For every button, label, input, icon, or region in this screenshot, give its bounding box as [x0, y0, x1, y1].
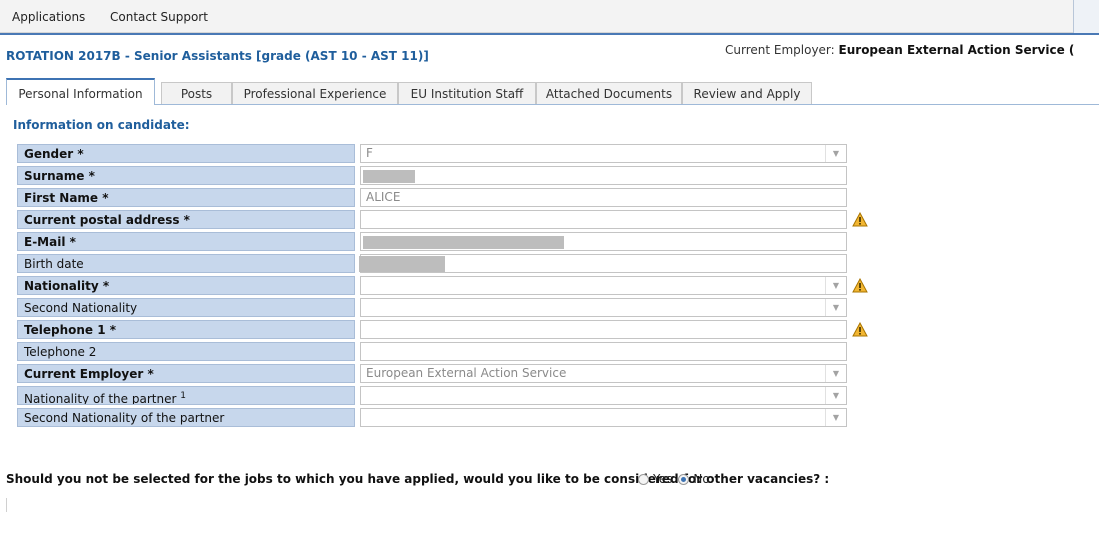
divider: [6, 498, 7, 512]
row-partner-second-nationality: Second Nationality of the partner ▼: [17, 408, 877, 427]
chevron-down-icon: ▼: [825, 387, 846, 404]
surname-label: Surname *: [17, 166, 355, 185]
postal-address-field[interactable]: [360, 210, 847, 229]
current-employer-value: European External Action Service: [366, 366, 567, 380]
campaign-title: ROTATION 2017B - Senior Assistants [grad…: [6, 49, 429, 63]
tab-bar: Personal Information Posts Professional …: [6, 78, 1099, 105]
gender-value: F: [366, 146, 373, 160]
menu-contact-support[interactable]: Contact Support: [110, 10, 208, 24]
redacted-block: [363, 236, 564, 249]
row-surname: Surname *: [17, 166, 877, 185]
redacted-block: [359, 256, 445, 272]
partner-nationality-select[interactable]: ▼: [360, 386, 847, 405]
tab-professional-experience[interactable]: Professional Experience: [232, 82, 398, 104]
second-nationality-select[interactable]: ▼: [360, 298, 847, 317]
tab-review-and-apply[interactable]: Review and Apply: [682, 82, 812, 104]
chevron-down-icon: ▼: [825, 277, 846, 294]
employer-label: Current Employer:: [725, 43, 835, 57]
surname-field[interactable]: [360, 166, 847, 185]
top-menubar: Applications Contact Support: [0, 0, 1099, 33]
tab-attached-documents[interactable]: Attached Documents: [536, 82, 682, 104]
email-field[interactable]: [360, 232, 847, 251]
first-name-field[interactable]: ALICE: [360, 188, 847, 207]
telephone-1-field[interactable]: [360, 320, 847, 339]
current-employer-label: Current Employer *: [17, 364, 355, 383]
warning-icon: [852, 278, 868, 293]
postal-address-label: Current postal address *: [17, 210, 355, 229]
row-partner-nationality: Nationality of the partner 1 ▼: [17, 386, 877, 405]
radio-yes-label: Yes: [653, 472, 673, 486]
chevron-down-icon: ▼: [825, 365, 846, 382]
partner-nationality-label-text: Nationality of the partner: [24, 392, 177, 405]
footnote-marker: 1: [180, 391, 186, 401]
chevron-down-icon: ▼: [825, 409, 846, 426]
radio-no[interactable]: [678, 474, 690, 485]
second-nationality-label: Second Nationality: [17, 298, 355, 317]
telephone-1-label: Telephone 1 *: [17, 320, 355, 339]
menubar-edge: [1073, 0, 1099, 33]
telephone-2-label: Telephone 2: [17, 342, 355, 361]
telephone-2-field[interactable]: [360, 342, 847, 361]
gender-label: Gender *: [17, 144, 355, 163]
radio-yes[interactable]: [638, 474, 649, 485]
section-title: Information on candidate:: [13, 118, 190, 132]
tab-personal-information[interactable]: Personal Information: [6, 78, 155, 105]
warning-icon: [852, 212, 868, 227]
partner-nationality-label: Nationality of the partner 1: [17, 386, 355, 405]
row-telephone-2: Telephone 2: [17, 342, 877, 361]
partner-second-nationality-select[interactable]: ▼: [360, 408, 847, 427]
menu-applications[interactable]: Applications: [12, 10, 85, 24]
radio-no-label: No: [693, 472, 710, 486]
row-first-name: First Name * ALICE: [17, 188, 877, 207]
employer-value: European External Action Service (: [838, 43, 1075, 57]
warning-icon: [852, 322, 868, 337]
row-current-employer: Current Employer * European External Act…: [17, 364, 877, 383]
row-gender: Gender * F ▼: [17, 144, 877, 163]
first-name-value: ALICE: [366, 190, 401, 204]
nationality-select[interactable]: ▼: [360, 276, 847, 295]
gender-select[interactable]: F ▼: [360, 144, 847, 163]
row-nationality: Nationality * ▼: [17, 276, 877, 295]
row-postal-address: Current postal address *: [17, 210, 877, 229]
chevron-down-icon: ▼: [825, 145, 846, 162]
first-name-label: First Name *: [17, 188, 355, 207]
current-employer-info: Current Employer: European External Acti…: [725, 43, 1074, 57]
redacted-block: [363, 170, 415, 183]
row-birth-date: Birth date: [17, 254, 877, 273]
header-divider: [0, 33, 1099, 35]
tab-eu-institution-staff[interactable]: EU Institution Staff: [398, 82, 536, 104]
tab-posts[interactable]: Posts: [161, 82, 232, 104]
current-employer-select[interactable]: European External Action Service ▼: [360, 364, 847, 383]
row-telephone-1: Telephone 1 *: [17, 320, 877, 339]
chevron-down-icon: ▼: [825, 299, 846, 316]
birth-date-field[interactable]: [359, 254, 847, 273]
nationality-label: Nationality *: [17, 276, 355, 295]
row-email: E-Mail *: [17, 232, 877, 251]
other-vacancies-radio-group: Yes No: [638, 472, 716, 486]
partner-second-nationality-label: Second Nationality of the partner: [17, 408, 355, 427]
birth-date-label: Birth date: [17, 254, 355, 273]
row-second-nationality: Second Nationality ▼: [17, 298, 877, 317]
email-label: E-Mail *: [17, 232, 355, 251]
